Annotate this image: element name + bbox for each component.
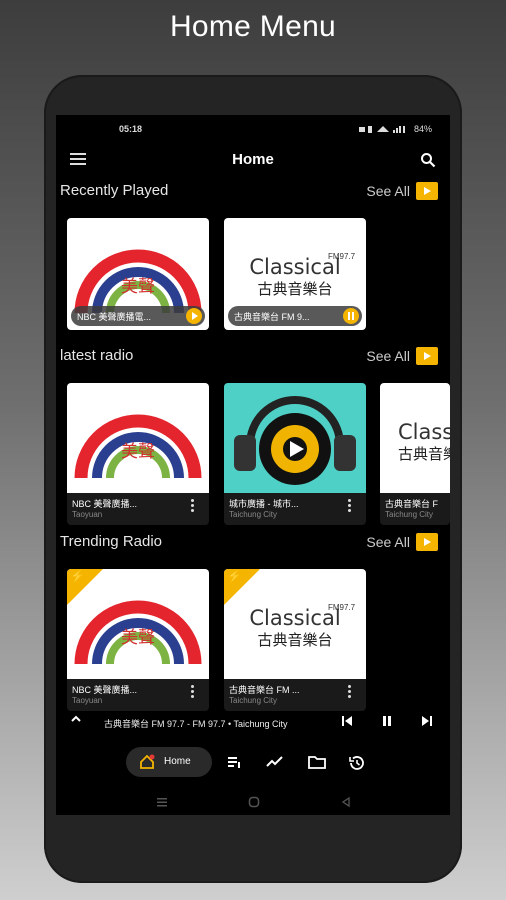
nbc-logo-text: 美聲	[121, 277, 155, 297]
phone-frame: 05:18 84% Home Recently Played See All 美…	[44, 75, 462, 883]
station-name: 古典音樂台 F	[385, 499, 438, 509]
trending-icon[interactable]	[266, 754, 284, 770]
arrow-right-icon	[416, 533, 438, 551]
bolt-icon: ⚡	[70, 569, 85, 583]
classical-logo: FM97.7 Classical 古典音樂台 古典音樂台 FM 9...	[224, 218, 366, 330]
classical-chars: 古典音樂台	[398, 445, 450, 463]
status-time: 05:18	[119, 124, 143, 134]
station-city: Taoyuan	[72, 696, 103, 705]
now-playing-track: 古典音樂台 FM 97.7 - FM 97.7 • Taichung City	[104, 719, 288, 729]
trending-radio-see-all[interactable]: See All	[366, 533, 438, 551]
station-city: Taichung City	[385, 510, 434, 519]
classical-word: Classical	[398, 420, 450, 444]
nbc-logo-text: 美聲	[121, 628, 155, 648]
trending-card-nbc[interactable]: 美聲 ⚡ NBC 美聲廣播... Taoyuan	[67, 569, 209, 711]
arrow-right-icon	[416, 182, 438, 200]
folder-icon[interactable]	[308, 754, 326, 770]
station-name: NBC 美聲廣播...	[72, 499, 138, 509]
recents-icon[interactable]	[156, 797, 168, 807]
chevron-up-icon[interactable]	[70, 713, 82, 725]
classical-word: Classical	[249, 606, 340, 630]
status-icons: 84%	[359, 124, 432, 134]
trending-radio-title: Trending Radio	[60, 533, 163, 550]
latest-radio-title: latest radio	[60, 347, 134, 364]
latest-card-nbc[interactable]: 美聲 NBC 美聲廣播... Taoyuan	[67, 383, 209, 525]
bolt-icon: ⚡	[227, 569, 242, 583]
pause-icon[interactable]	[380, 714, 394, 728]
now-playing-bar: NBC 美聲廣播電...	[71, 306, 205, 326]
status-bar: 05:18 84%	[56, 123, 450, 137]
recently-played-title: Recently Played	[60, 182, 169, 199]
arrow-right-icon	[416, 347, 438, 365]
more-vertical-icon[interactable]	[191, 499, 195, 514]
skip-next-icon[interactable]	[420, 714, 434, 728]
system-nav-bar	[56, 795, 450, 811]
classical-word: Classical	[249, 255, 340, 279]
battery-level: 84%	[413, 124, 432, 134]
station-name: 城市廣播 - 城市...	[229, 499, 299, 509]
latest-card-classical[interactable]: Classical 古典音樂台 古典音樂台 F Taichung City	[380, 383, 450, 525]
card-meta: 城市廣播 - 城市... Taichung City	[224, 493, 366, 525]
classical-logo: Classical 古典音樂台	[380, 383, 450, 493]
home-button-icon[interactable]	[248, 796, 260, 808]
card-meta: 古典音樂台 F Taichung City	[380, 493, 450, 525]
station-name: 古典音樂台 FM ...	[229, 685, 300, 695]
now-playing-bar: 古典音樂台 FM 9...	[228, 306, 362, 326]
mini-player: 古典音樂台 FM 97.7 - FM 97.7 • Taichung City	[56, 707, 450, 737]
home-icon	[140, 754, 155, 769]
station-city: Taichung City	[229, 696, 278, 705]
speaker-logo	[224, 383, 366, 493]
classical-chars: 古典音樂台	[257, 280, 332, 298]
card-meta: NBC 美聲廣播... Taoyuan	[67, 493, 209, 525]
see-all-label: See All	[366, 183, 410, 199]
station-city: Taoyuan	[72, 510, 103, 519]
page-title: Home	[232, 151, 274, 168]
app-bar: Home	[56, 143, 450, 179]
nav-home-label: Home	[164, 756, 191, 767]
playlist-icon[interactable]	[226, 754, 242, 770]
more-vertical-icon[interactable]	[348, 499, 352, 514]
trending-card-classical[interactable]: FM97.7 Classical 古典音樂台 ⚡ 古典音樂台 FM ... Ta…	[224, 569, 366, 711]
nav-home[interactable]: Home	[126, 747, 212, 777]
see-all-label: See All	[366, 348, 410, 364]
promo-title: Home Menu	[169, 10, 337, 43]
recent-card-nbc[interactable]: 美聲 NBC 美聲廣播電...	[67, 218, 209, 330]
bottom-nav: Home	[56, 745, 450, 779]
nbc-logo: 美聲	[67, 383, 209, 493]
back-icon[interactable]	[340, 796, 352, 808]
pause-icon[interactable]	[343, 308, 359, 324]
station-name: NBC 美聲廣播...	[72, 685, 138, 695]
play-icon[interactable]	[186, 308, 202, 324]
history-icon[interactable]	[348, 754, 366, 772]
skip-previous-icon[interactable]	[340, 714, 354, 728]
nbc-logo-text: 美聲	[121, 442, 155, 462]
search-icon[interactable]	[420, 152, 436, 168]
recent-title: 古典音樂台 FM 9...	[234, 312, 310, 322]
more-vertical-icon[interactable]	[191, 685, 195, 700]
latest-card-city[interactable]: 城市廣播 - 城市... Taichung City	[224, 383, 366, 525]
app-screen: 05:18 84% Home Recently Played See All 美…	[56, 115, 450, 815]
recently-played-see-all[interactable]: See All	[366, 182, 438, 200]
recent-title: NBC 美聲廣播電...	[77, 312, 152, 322]
station-city: Taichung City	[229, 510, 278, 519]
signal-icon	[359, 126, 406, 134]
nbc-logo: 美聲 ⚡	[67, 569, 209, 679]
more-vertical-icon[interactable]	[348, 685, 352, 700]
recent-card-classical[interactable]: FM97.7 Classical 古典音樂台 古典音樂台 FM 9...	[224, 218, 366, 330]
see-all-label: See All	[366, 534, 410, 550]
classical-chars: 古典音樂台	[257, 631, 332, 649]
classical-logo: FM97.7 Classical 古典音樂台 ⚡	[224, 569, 366, 679]
latest-radio-see-all[interactable]: See All	[366, 347, 438, 365]
nbc-logo: 美聲 NBC 美聲廣播電...	[67, 218, 209, 330]
